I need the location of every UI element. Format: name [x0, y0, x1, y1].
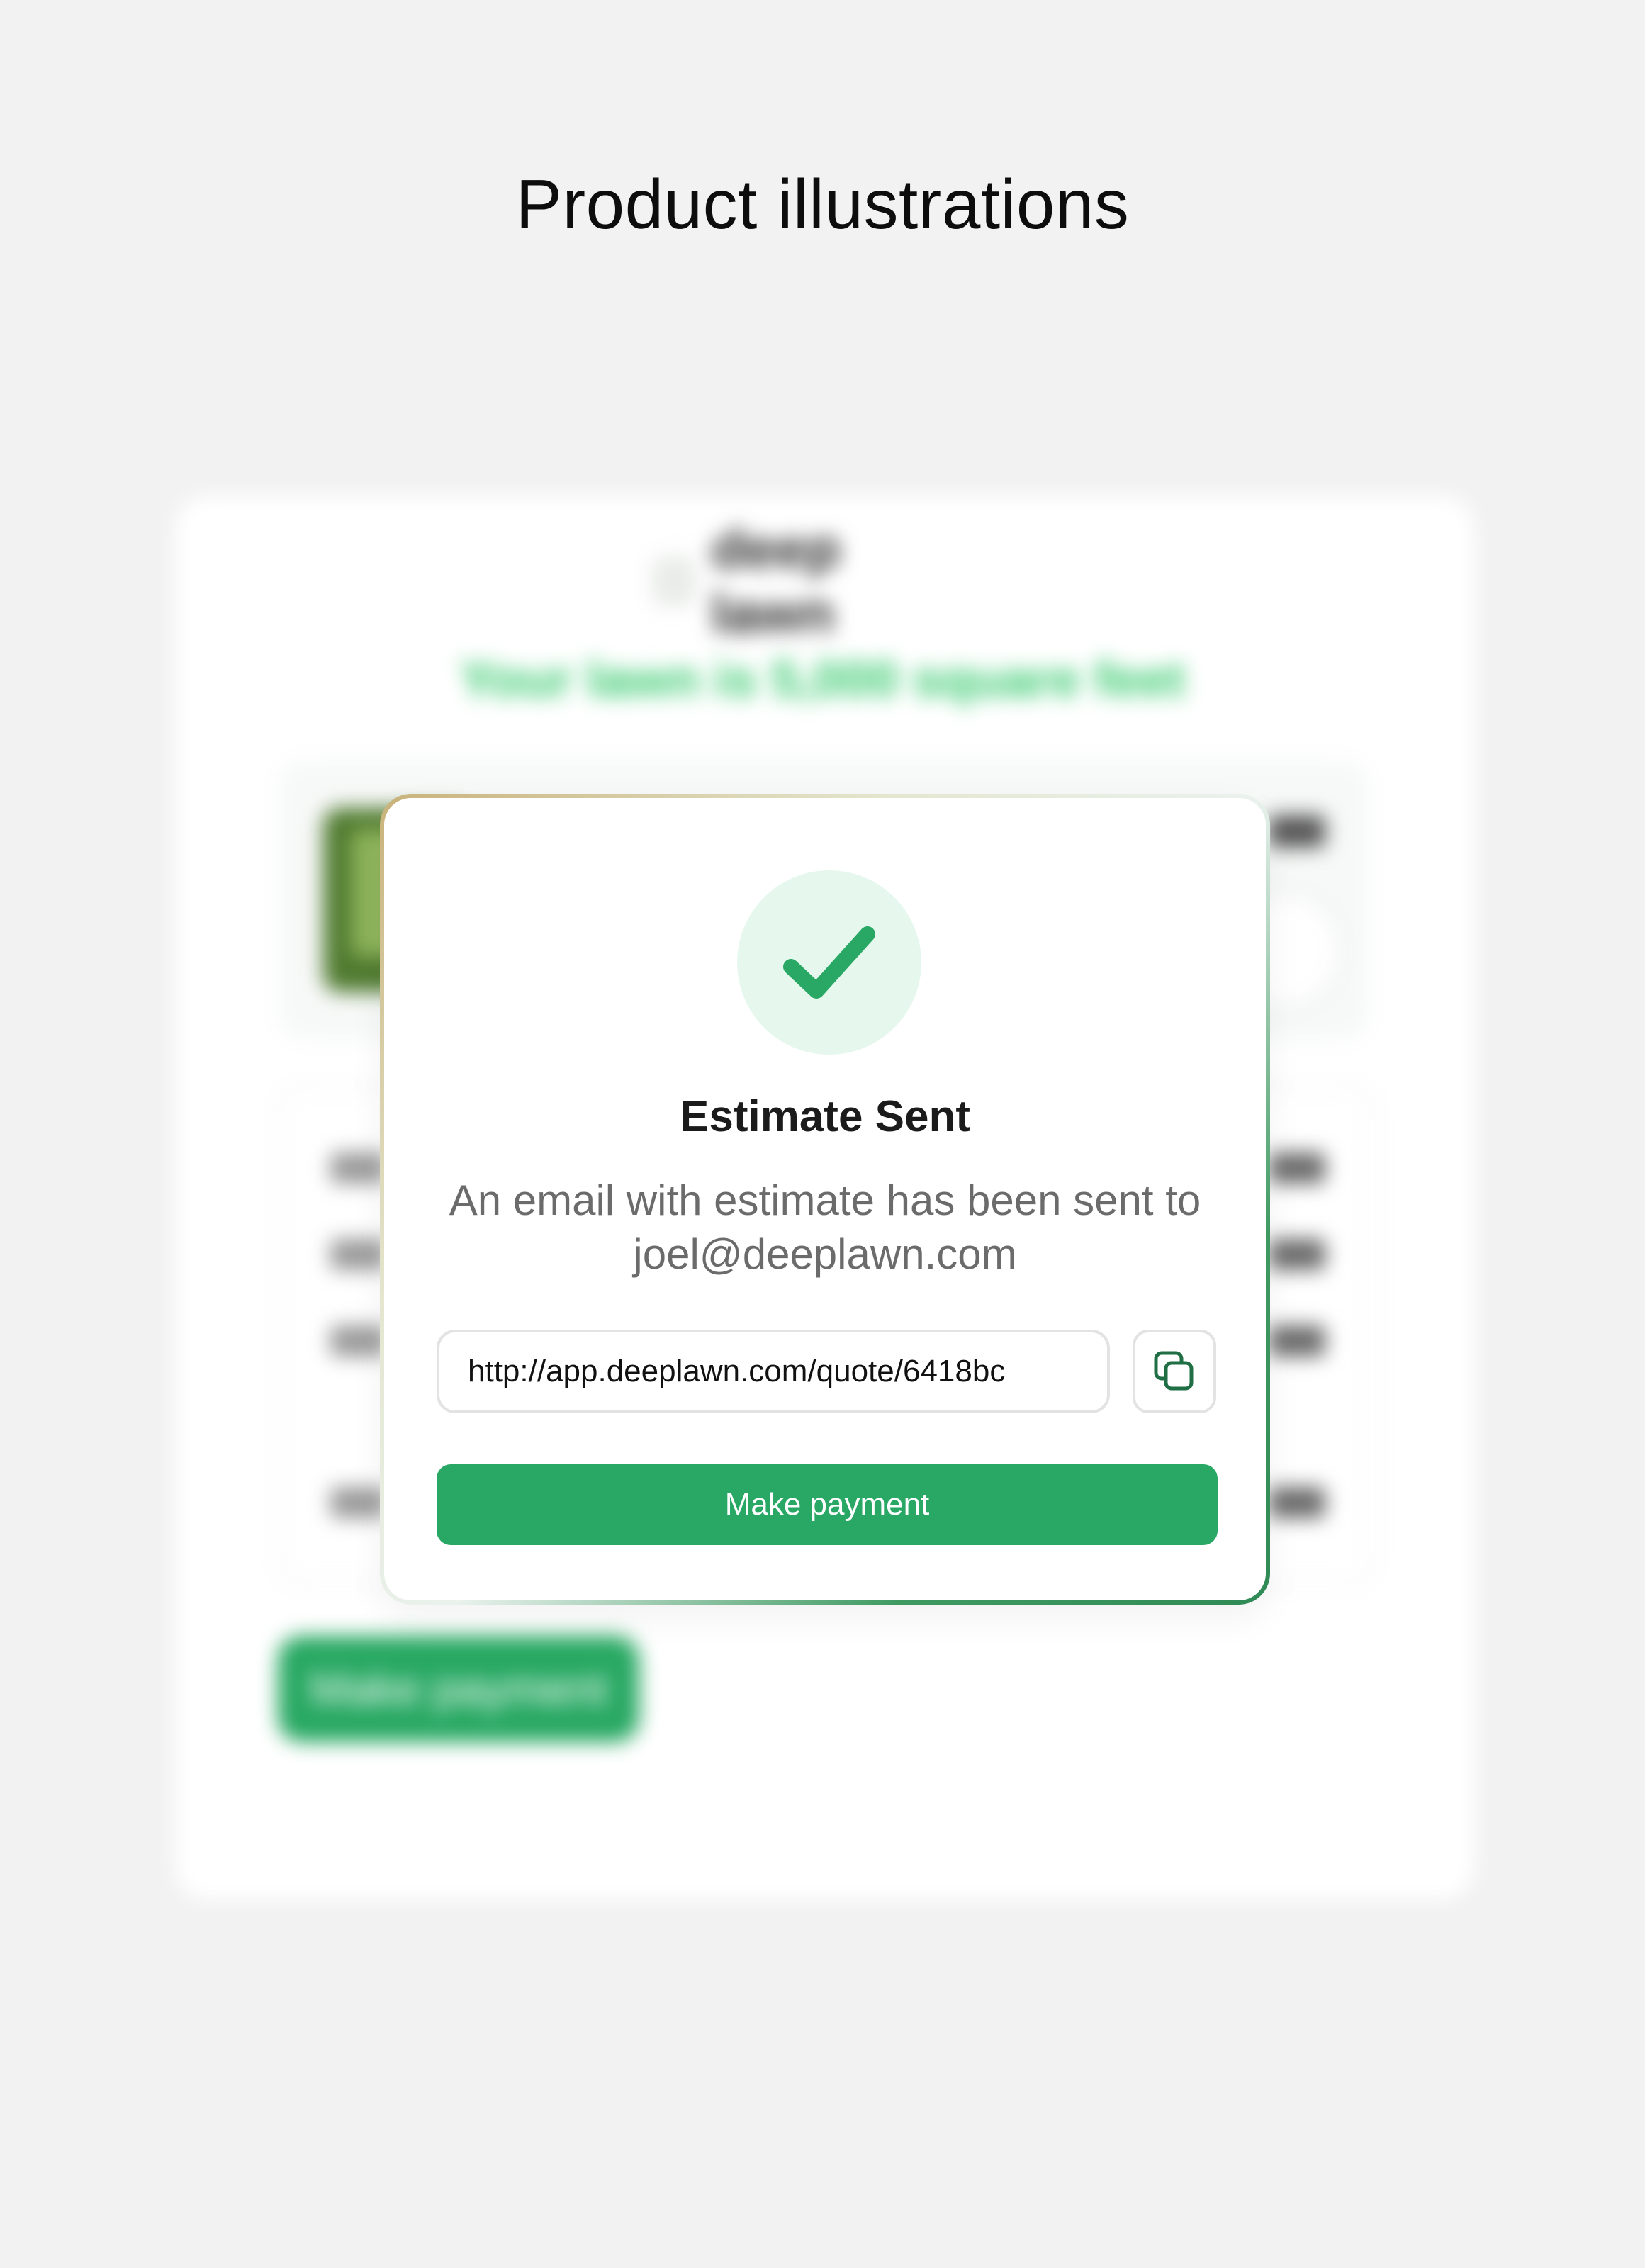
background-logo: deep lawn — [652, 517, 978, 644]
logo-mark-icon — [652, 556, 696, 606]
summary-row-value — [1269, 1325, 1325, 1357]
summary-row-value — [1269, 1152, 1325, 1184]
background-price — [1269, 815, 1325, 848]
background-headline: Your lawn is 5,000 square feet — [459, 651, 1186, 708]
summary-row-label — [330, 1152, 387, 1184]
summary-row-value — [1269, 1487, 1325, 1518]
copy-button[interactable] — [1133, 1330, 1216, 1413]
page-title: Product illustrations — [515, 165, 1130, 243]
copy-icon — [1154, 1351, 1194, 1391]
checkmark-icon — [783, 926, 875, 999]
summary-row-label — [330, 1325, 387, 1357]
summary-row-label — [330, 1239, 387, 1270]
logo-text: deep lawn — [711, 517, 841, 644]
summary-row-value — [1269, 1239, 1325, 1270]
background-make-payment-button: Make payment — [278, 1636, 639, 1742]
modal-title: Estimate Sent — [679, 1092, 971, 1141]
estimate-sent-modal: Estimate Sent An email with estimate has… — [380, 794, 1270, 1605]
summary-row-label — [330, 1487, 387, 1518]
success-badge — [737, 870, 921, 1055]
quote-url-field[interactable] — [437, 1330, 1110, 1413]
make-payment-button[interactable]: Make payment — [437, 1464, 1218, 1545]
modal-message: An email with estimate has been sent to … — [449, 1177, 1201, 1278]
